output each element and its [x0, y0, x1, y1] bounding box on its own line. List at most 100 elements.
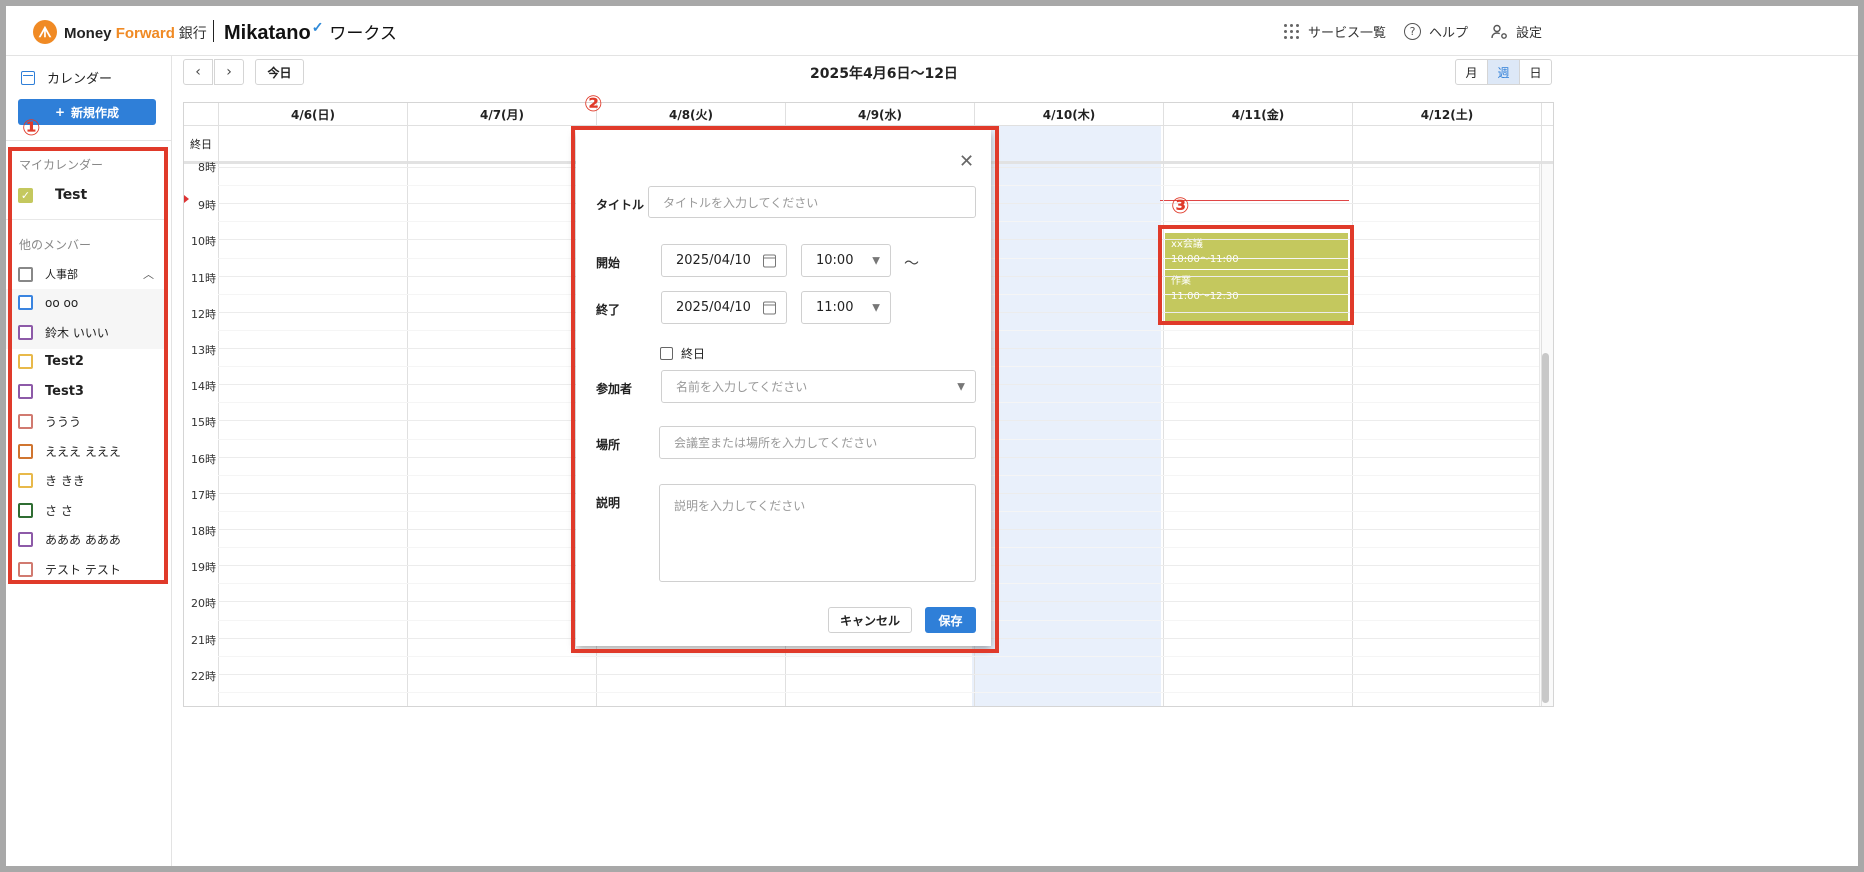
member-label: さ さ: [45, 504, 73, 518]
hour-label: 18時: [191, 525, 216, 538]
member-calendar-item[interactable]: えええ えええ: [18, 443, 121, 460]
member-checkbox[interactable]: [18, 295, 33, 310]
day-header[interactable]: 4/8(火): [596, 103, 785, 125]
day-header[interactable]: 4/12(土): [1352, 103, 1541, 125]
hour-label: 11時: [191, 272, 216, 285]
hour-label: 21時: [191, 634, 216, 647]
end-date-value: 2025/04/10: [676, 300, 751, 315]
member-checkbox[interactable]: [18, 325, 33, 340]
member-label: あああ あああ: [45, 533, 121, 547]
member-calendar-item[interactable]: Test2: [18, 354, 84, 369]
end-time-select[interactable]: 11:00 ▼: [801, 291, 891, 324]
member-calendar-item[interactable]: oo oo: [18, 295, 78, 310]
sidebar-divider: [6, 219, 164, 220]
member-checkbox[interactable]: [18, 384, 33, 399]
member-calendar-item[interactable]: 鈴木 いいい: [18, 324, 109, 341]
start-time-value: 10:00: [816, 253, 854, 268]
top-header: ᗑ Money Forward 銀行 Mikatano✓ ワークス サービス一覧 …: [6, 6, 1858, 56]
member-label: テスト テスト: [45, 563, 121, 577]
today-button[interactable]: 今日: [255, 59, 304, 85]
member-calendar-item[interactable]: き きき: [18, 472, 85, 489]
view-day-button[interactable]: 日: [1520, 60, 1551, 84]
hour-label: 12時: [191, 308, 216, 321]
services-menu[interactable]: サービス一覧: [1284, 22, 1386, 41]
member-checkbox[interactable]: [18, 503, 33, 518]
member-checkbox[interactable]: [18, 562, 33, 577]
cancel-button[interactable]: キャンセル: [828, 607, 912, 633]
group-item[interactable]: 人事部: [18, 266, 78, 282]
hour-label: 10時: [191, 235, 216, 248]
start-time-select[interactable]: 10:00 ▼: [801, 244, 891, 277]
description-label: 説明: [596, 496, 621, 510]
allday-checkbox[interactable]: 終日: [660, 345, 705, 362]
member-label: ううう: [45, 415, 82, 429]
checkbox-checked-icon[interactable]: ✓: [18, 187, 33, 203]
day-header[interactable]: 4/9(水): [785, 103, 974, 125]
hour-label: 17時: [191, 489, 216, 502]
hour-line: [218, 674, 1539, 675]
group-label: 人事部: [45, 268, 78, 281]
calendar-icon: [763, 301, 776, 314]
view-week-button[interactable]: 週: [1488, 60, 1520, 84]
start-date-value: 2025/04/10: [676, 253, 751, 268]
chevron-left-icon: ‹: [195, 64, 201, 80]
member-calendar-item[interactable]: さ さ: [18, 502, 73, 519]
next-week-button[interactable]: ›: [214, 59, 244, 85]
half-hour-line: [218, 692, 1539, 693]
scrollbar-thumb[interactable]: [1542, 353, 1549, 703]
end-date-input[interactable]: 2025/04/10: [661, 291, 787, 324]
member-checkbox[interactable]: [18, 473, 33, 488]
day-header[interactable]: 4/7(月): [407, 103, 596, 125]
day-header[interactable]: 4/6(日): [218, 103, 407, 125]
member-calendar-item[interactable]: ううう: [18, 413, 81, 430]
day-header[interactable]: 4/11(金): [1163, 103, 1352, 125]
product-title: Mikatano: [224, 22, 311, 44]
member-label: oo oo: [45, 295, 79, 310]
member-checkbox[interactable]: [18, 414, 33, 429]
member-label: き きき: [45, 474, 85, 488]
brand-name: Money Forward 銀行: [64, 23, 207, 43]
end-label: 終了: [596, 303, 621, 317]
group-checkbox[interactable]: [18, 266, 33, 282]
close-icon[interactable]: ✕: [959, 151, 974, 172]
calendar-event[interactable]: 作業 11:00〜12:30: [1165, 270, 1348, 324]
other-members-title: 他のメンバー: [19, 238, 92, 252]
half-hour-line: [218, 656, 1539, 657]
annotation-number-3: ③: [1171, 194, 1190, 219]
my-calendar-item[interactable]: ✓ Test: [18, 187, 87, 203]
prev-week-button[interactable]: ‹: [183, 59, 213, 85]
location-input[interactable]: 会議室または場所を入力してください: [659, 426, 976, 459]
brand-bank: 銀行: [174, 25, 207, 41]
new-event-label: 新規作成: [71, 105, 120, 120]
date-range-title: 2025年4月6日〜12日: [810, 66, 958, 82]
member-checkbox[interactable]: [18, 354, 33, 369]
settings-menu[interactable]: 設定: [1491, 22, 1542, 41]
apps-grid-icon: [1284, 23, 1300, 40]
event-create-dialog: ✕ タイトル タイトルを入力してください 開始 2025/04/10 10:00…: [576, 130, 991, 646]
caret-down-icon: ▼: [957, 381, 965, 392]
event-time: 10:00〜11:00: [1171, 254, 1239, 265]
hour-label: 8時: [198, 161, 216, 174]
product-name: Mikatano✓ ワークス: [224, 19, 397, 45]
member-calendar-item[interactable]: Test3: [18, 384, 84, 399]
sidebar-calendar-link[interactable]: カレンダー: [21, 68, 112, 87]
member-checkbox[interactable]: [18, 444, 33, 459]
member-checkbox[interactable]: [18, 532, 33, 547]
chevron-up-icon[interactable]: ︿: [143, 266, 154, 282]
hour-label: 16時: [191, 453, 216, 466]
day-header[interactable]: 4/10(木): [974, 103, 1163, 125]
participants-select[interactable]: 名前を入力してください ▼: [661, 370, 976, 403]
member-calendar-item[interactable]: あああ あああ: [18, 531, 121, 548]
hour-label: 13時: [191, 344, 216, 357]
member-calendar-item[interactable]: テスト テスト: [18, 561, 121, 578]
help-menu[interactable]: ? ヘルプ: [1404, 22, 1468, 41]
save-button[interactable]: 保存: [925, 607, 976, 633]
start-date-input[interactable]: 2025/04/10: [661, 244, 787, 277]
view-month-button[interactable]: 月: [1456, 60, 1488, 84]
today-column-highlight: [972, 125, 1161, 706]
title-input[interactable]: タイトルを入力してください: [648, 186, 976, 218]
column-divider: [407, 103, 408, 706]
caret-down-icon: ▼: [872, 255, 880, 266]
member-label: Test3: [45, 384, 84, 399]
description-textarea[interactable]: 説明を入力してください: [659, 484, 976, 582]
